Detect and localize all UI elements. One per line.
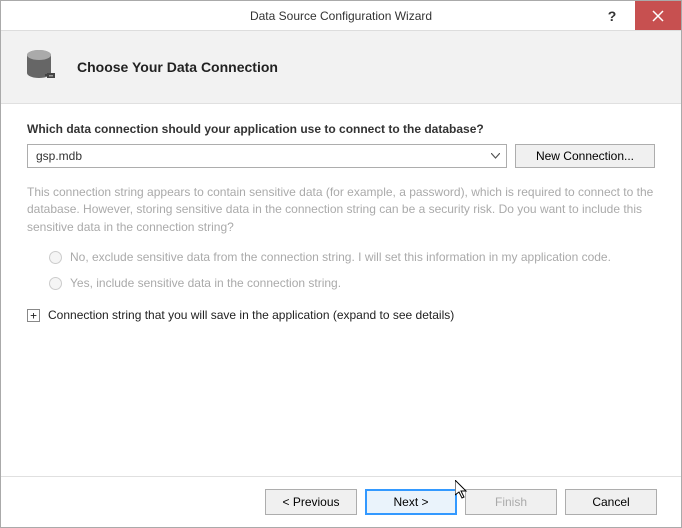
titlebar-controls: ? [589, 1, 681, 30]
radio-icon [49, 251, 62, 264]
radio-include-sensitive: Yes, include sensitive data in the conne… [49, 276, 655, 290]
expander-label: Connection string that you will save in … [48, 308, 454, 322]
expand-button[interactable]: + [27, 309, 40, 322]
connection-selected-value: gsp.mdb [36, 149, 82, 163]
titlebar: Data Source Configuration Wizard ? [1, 1, 681, 31]
next-button[interactable]: Next > [365, 489, 457, 515]
radio-icon [49, 277, 62, 290]
radio-include-label: Yes, include sensitive data in the conne… [70, 276, 341, 290]
window-title: Data Source Configuration Wizard [1, 9, 681, 23]
connection-string-expander: + Connection string that you will save i… [27, 308, 655, 322]
finish-button: Finish [465, 489, 557, 515]
sensitive-data-warning: This connection string appears to contai… [27, 184, 655, 236]
database-icon [25, 49, 59, 85]
content-area: Which data connection should your applic… [1, 104, 681, 476]
sensitive-radio-group: No, exclude sensitive data from the conn… [49, 250, 655, 290]
connection-dropdown[interactable]: gsp.mdb [27, 144, 507, 168]
new-connection-button[interactable]: New Connection... [515, 144, 655, 168]
page-title: Choose Your Data Connection [77, 59, 278, 75]
close-button[interactable] [635, 1, 681, 30]
footer-buttons: < Previous Next > Finish Cancel [1, 476, 681, 527]
question-label: Which data connection should your applic… [27, 122, 655, 136]
help-button[interactable]: ? [589, 1, 635, 30]
radio-exclude-sensitive: No, exclude sensitive data from the conn… [49, 250, 655, 264]
header-panel: Choose Your Data Connection [1, 31, 681, 104]
radio-exclude-label: No, exclude sensitive data from the conn… [70, 250, 611, 264]
cancel-button[interactable]: Cancel [565, 489, 657, 515]
connection-row: gsp.mdb New Connection... [27, 144, 655, 168]
chevron-down-icon [491, 151, 500, 162]
wizard-window: Data Source Configuration Wizard ? Choos… [0, 0, 682, 528]
previous-button[interactable]: < Previous [265, 489, 357, 515]
